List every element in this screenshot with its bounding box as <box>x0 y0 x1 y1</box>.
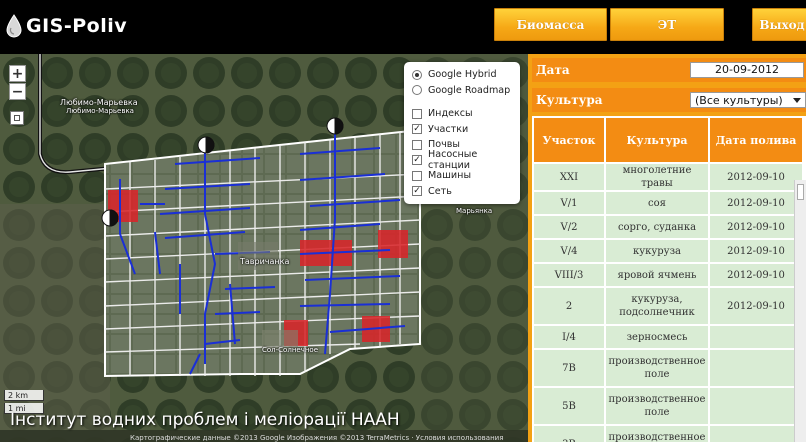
column-header-crop[interactable]: Культура <box>604 116 710 164</box>
table-row[interactable]: VIII/3 яровой ячмень 2012-09-10 <box>532 262 804 288</box>
table-scrollbar[interactable] <box>794 180 806 442</box>
scrollbar-thumb[interactable] <box>797 184 804 200</box>
overlay-pump-stations[interactable]: ✓ Насосные станции <box>412 149 520 171</box>
checkbox-icon[interactable]: ✓ <box>412 186 422 197</box>
place-label-solnechnoe: Сол-Солнечное <box>262 346 318 354</box>
et-button[interactable]: ЭТ <box>610 8 724 41</box>
layer-switcher: Google Hybrid Google Roadmap Индексы ✓ У… <box>404 62 520 204</box>
map-view[interactable]: + − Любимо-Марьевка Любимо-Марьевка Марь… <box>0 54 528 442</box>
checkbox-icon[interactable] <box>412 139 422 150</box>
layer-google-hybrid[interactable]: Google Hybrid <box>412 67 520 83</box>
radio-icon[interactable] <box>412 69 422 80</box>
table-row[interactable]: 7B производственное поле <box>532 348 804 388</box>
radio-icon[interactable] <box>412 85 422 96</box>
table-header: Участок Культура Дата полива <box>532 116 804 164</box>
table-row[interactable]: I/4 зерносмесь <box>532 324 804 350</box>
place-label-lyubimo-sub: Любимо-Марьевка <box>66 107 134 115</box>
checkbox-icon[interactable] <box>412 108 422 119</box>
logo: GIS-Poliv <box>6 10 127 42</box>
table-row[interactable]: V/1 соя 2012-09-10 <box>532 190 804 216</box>
map-attribution[interactable]: Картографические данные ©2013 Google Изо… <box>130 434 503 442</box>
crop-filter: Культура (Все культуры) <box>532 88 806 112</box>
irrigation-table: Участок Культура Дата полива XXI многоле… <box>532 116 806 442</box>
date-input[interactable]: 20-09-2012 <box>690 62 804 78</box>
exit-button[interactable]: Выход <box>752 8 806 41</box>
place-label-tavrichanka: Тавричанка <box>240 257 290 266</box>
table-row[interactable]: 2 кукуруза, подсолнечник 2012-09-10 <box>532 286 804 326</box>
overlay-network[interactable]: ✓ Сеть <box>412 184 520 200</box>
date-label: Дата <box>536 63 570 77</box>
checkbox-icon[interactable]: ✓ <box>412 124 422 135</box>
table-row[interactable]: XXI многолетние травы 2012-09-10 <box>532 162 804 192</box>
zoom-box-icon[interactable] <box>10 111 24 125</box>
crop-select[interactable]: (Все культуры) <box>690 92 806 108</box>
overlay-indexes[interactable]: Индексы <box>412 106 520 122</box>
column-header-irrigation-date[interactable]: Дата полива <box>708 116 804 164</box>
checkbox-icon[interactable] <box>412 170 422 181</box>
table-row[interactable]: 3B производственное поле <box>532 424 804 442</box>
table-row[interactable]: V/2 сорго, суданка 2012-09-10 <box>532 214 804 240</box>
table-row[interactable]: V/4 кукуруза 2012-09-10 <box>532 238 804 264</box>
zoom-out-button[interactable]: − <box>9 83 26 100</box>
checkbox-icon[interactable]: ✓ <box>412 155 422 166</box>
date-filter: Дата 20-09-2012 <box>532 58 806 82</box>
water-drop-icon <box>6 14 22 38</box>
header: GIS-Poliv Биомасса ЭТ Выход <box>0 0 806 54</box>
biomass-button[interactable]: Биомасса <box>494 8 607 41</box>
layer-google-roadmap[interactable]: Google Roadmap <box>412 83 520 99</box>
app-window: GIS-Poliv Биомасса ЭТ Выход + − Любимо-М… <box>0 0 806 442</box>
table-row[interactable]: 5B производственное поле <box>532 386 804 426</box>
scale-km: 2 km <box>4 390 44 401</box>
place-label-lyubimo: Любимо-Марьевка <box>60 98 138 107</box>
chevron-down-icon <box>793 98 801 103</box>
place-label-marianka: Марьянка <box>456 207 493 215</box>
zoom-in-button[interactable]: + <box>9 65 26 82</box>
overlay-plots[interactable]: ✓ Участки <box>412 122 520 138</box>
institute-overlay-text: Інститут водних проблем і меліорації НАА… <box>10 410 400 430</box>
app-title: GIS-Poliv <box>26 15 128 37</box>
info-panel: Дата 20-09-2012 Культура (Все культуры) … <box>528 54 806 442</box>
column-header-plot[interactable]: Участок <box>532 116 606 164</box>
crop-label: Культура <box>536 93 603 107</box>
